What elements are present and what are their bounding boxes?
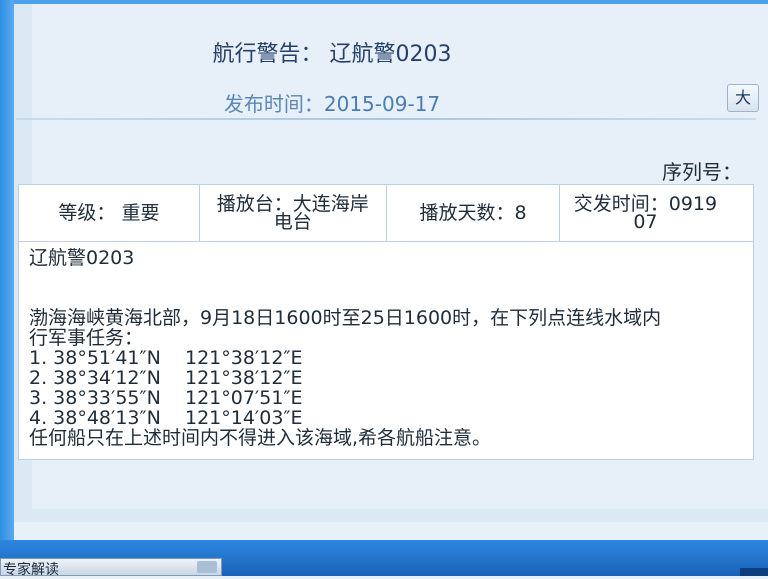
notice-title-prefix: 航行警告： [212, 42, 323, 67]
content-gap [29, 268, 743, 308]
info-row: 等级： 重要 播放台：大连海岸电台 播放天数：8 交发时间：091907 [18, 184, 754, 242]
font-size-large-button[interactable]: 大 [727, 84, 759, 112]
content-body-line1: 渤海海峡黄海北部，9月18日1600时至25日1600时，在下列点连线水域内 [29, 307, 662, 329]
notice-title: 航行警告： 辽航警0203 [32, 36, 632, 68]
issue-time-cell: 交发时间：091907 [559, 184, 754, 242]
header-divider [16, 118, 756, 120]
taskbar-item[interactable]: 专家解读 [0, 558, 222, 578]
level-cell: 等级： 重要 [18, 184, 200, 242]
content-code: 辽航警0203 [29, 247, 135, 269]
taskbar-right-block [740, 568, 768, 576]
coordinate-point-2: 2. 38°34′12″N 121°38′12″E [29, 367, 303, 389]
station-text: 播放台：大连海岸电台 [216, 193, 369, 233]
coordinate-point-3: 3. 38°33′55″N 121°07′51″E [29, 387, 303, 409]
notice-info-table: 等级： 重要 播放台：大连海岸电台 播放天数：8 交发时间：091907 [18, 184, 754, 242]
publish-time-value: 2015-09-17 [323, 92, 441, 116]
publish-time-label: 发布时间： [223, 92, 324, 116]
station-cell: 播放台：大连海岸电台 [198, 184, 387, 242]
coordinate-point-1: 1. 38°51′41″N 121°38′12″E [29, 347, 303, 369]
issue-time-text: 交发时间：091907 [573, 193, 718, 233]
content-closing: 任何船只在上述时间内不得进入该海域,希各航船注意。 [29, 427, 492, 449]
days-cell: 播放天数：8 [385, 184, 561, 242]
content-body-line2: 行军事任务： [29, 327, 144, 349]
scroll-thumb[interactable] [197, 561, 217, 573]
window-left-border [0, 0, 14, 540]
coordinate-point-4: 4. 38°48′13″N 121°14′03″E [29, 407, 303, 429]
notice-title-code: 辽航警0203 [329, 42, 452, 67]
notice-content: 辽航警0203 渤海海峡黄海北部，9月18日1600时至25日1600时，在下列… [18, 242, 754, 460]
serial-number-label: 序列号： [662, 160, 742, 184]
taskbar-item-label: 专家解读 [3, 562, 59, 578]
publish-time: 发布时间：2015-09-17 [32, 88, 632, 117]
